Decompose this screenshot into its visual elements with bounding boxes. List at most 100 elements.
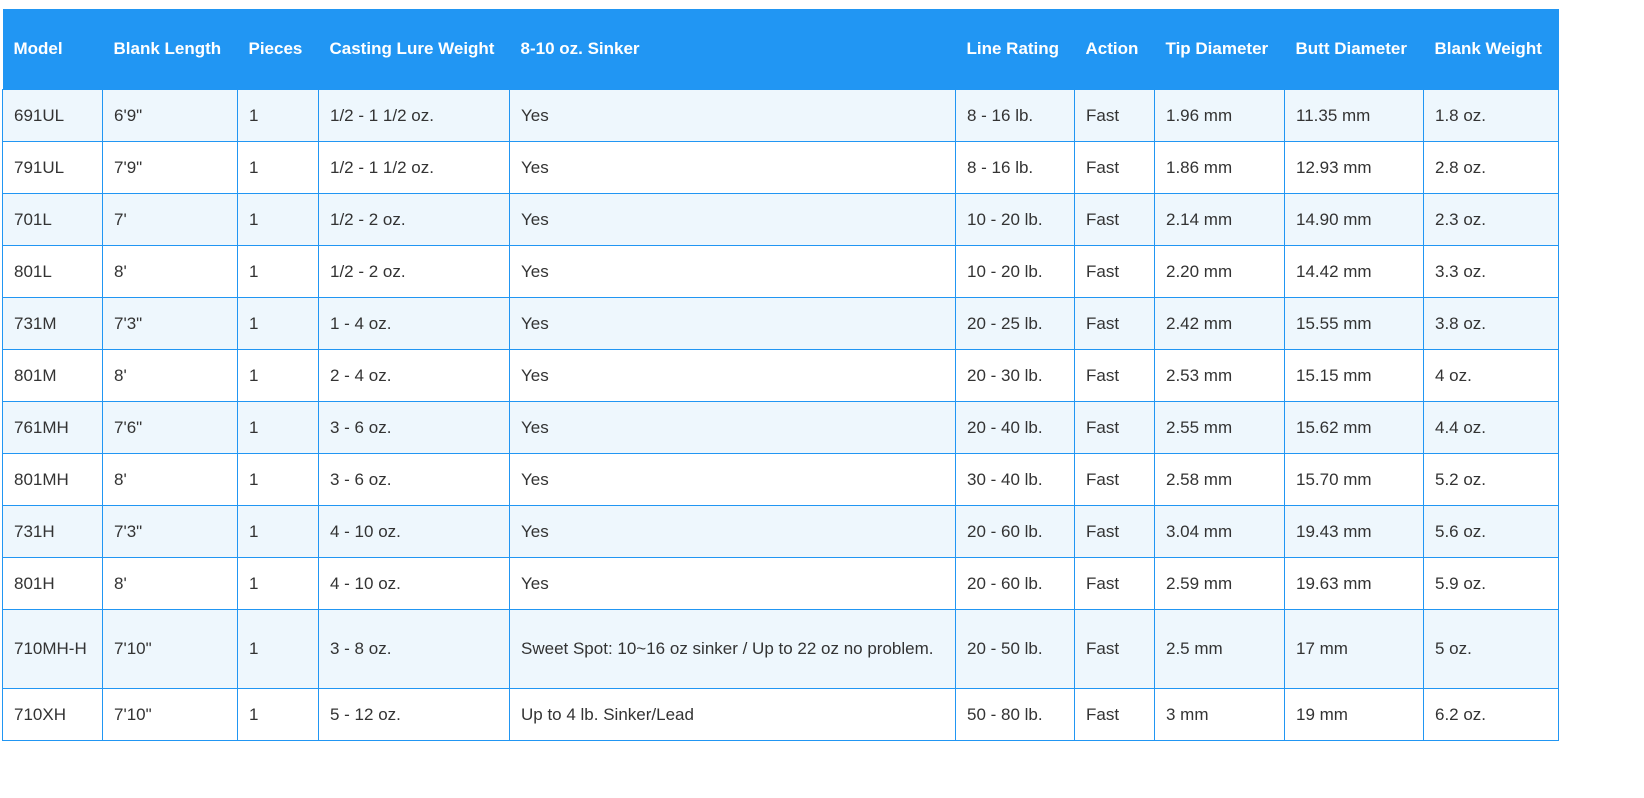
cell-blank-length: 7' <box>102 193 238 246</box>
cell-action: Fast <box>1074 453 1155 506</box>
cell-pieces: 1 <box>237 245 319 298</box>
cell-model: 731M <box>2 297 103 350</box>
cell-blank-weight: 6.2 oz. <box>1423 688 1559 741</box>
cell-line-rating: 8 - 16 lb. <box>955 89 1075 142</box>
cell-tip-diameter: 2.42 mm <box>1154 297 1285 350</box>
header-tip-diameter: Tip Diameter <box>1154 9 1285 90</box>
cell-casting-lure-weight: 1/2 - 2 oz. <box>318 245 510 298</box>
table-row: 710XH 7'10" 1 5 - 12 oz. Up to 4 lb. Sinker/… <box>2 688 1559 741</box>
cell-blank-weight: 4 oz. <box>1423 349 1559 402</box>
cell-casting-lure-weight: 1/2 - 1 1/2 oz. <box>318 141 510 194</box>
cell-blank-length: 6'9" <box>102 89 238 142</box>
cell-pieces: 1 <box>237 349 319 402</box>
table-header-row: Model Blank Length Pieces Casting Lure W… <box>2 9 1559 90</box>
cell-pieces: 1 <box>237 297 319 350</box>
cell-casting-lure-weight: 1/2 - 1 1/2 oz. <box>318 89 510 142</box>
cell-blank-weight: 3.8 oz. <box>1423 297 1559 350</box>
cell-blank-length: 8' <box>102 245 238 298</box>
cell-blank-weight: 2.3 oz. <box>1423 193 1559 246</box>
cell-tip-diameter: 2.59 mm <box>1154 557 1285 610</box>
cell-line-rating: 20 - 25 lb. <box>955 297 1075 350</box>
cell-sinker: Sweet Spot: 10~16 oz sinker / Up to 22 o… <box>509 609 956 689</box>
table-row: 710MH-H 7'10" 1 3 - 8 oz. Sweet Spot: 10~16 … <box>2 609 1559 689</box>
cell-model: 801L <box>2 245 103 298</box>
header-line-rating: Line Rating <box>955 9 1075 90</box>
cell-blank-length: 7'3" <box>102 505 238 558</box>
cell-line-rating: 8 - 16 lb. <box>955 141 1075 194</box>
header-casting-lure-weight: Casting Lure Weight <box>318 9 510 90</box>
cell-action: Fast <box>1074 688 1155 741</box>
cell-sinker: Yes <box>509 297 956 350</box>
cell-action: Fast <box>1074 193 1155 246</box>
cell-casting-lure-weight: 5 - 12 oz. <box>318 688 510 741</box>
cell-blank-weight: 5 oz. <box>1423 609 1559 689</box>
cell-model: 761MH <box>2 401 103 454</box>
cell-action: Fast <box>1074 245 1155 298</box>
cell-tip-diameter: 1.96 mm <box>1154 89 1285 142</box>
header-action: Action <box>1074 9 1155 90</box>
cell-butt-diameter: 19.43 mm <box>1284 505 1424 558</box>
cell-sinker: Yes <box>509 193 956 246</box>
table-row: 731M 7'3" 1 1 - 4 oz. Yes 20 - 25 lb. Fast 2.42… <box>2 297 1559 350</box>
rod-spec-table-container: Model Blank Length Pieces Casting Lure W… <box>2 9 1559 741</box>
cell-line-rating: 50 - 80 lb. <box>955 688 1075 741</box>
cell-tip-diameter: 2.20 mm <box>1154 245 1285 298</box>
cell-butt-diameter: 19 mm <box>1284 688 1424 741</box>
cell-tip-diameter: 2.53 mm <box>1154 349 1285 402</box>
cell-casting-lure-weight: 1 - 4 oz. <box>318 297 510 350</box>
cell-pieces: 1 <box>237 609 319 689</box>
cell-butt-diameter: 14.90 mm <box>1284 193 1424 246</box>
cell-blank-weight: 5.6 oz. <box>1423 505 1559 558</box>
cell-model: 731H <box>2 505 103 558</box>
cell-blank-length: 7'9" <box>102 141 238 194</box>
cell-tip-diameter: 3.04 mm <box>1154 505 1285 558</box>
cell-blank-length: 7'6" <box>102 401 238 454</box>
cell-casting-lure-weight: 3 - 8 oz. <box>318 609 510 689</box>
cell-blank-length: 8' <box>102 349 238 402</box>
cell-butt-diameter: 15.70 mm <box>1284 453 1424 506</box>
cell-blank-length: 8' <box>102 557 238 610</box>
cell-casting-lure-weight: 1/2 - 2 oz. <box>318 193 510 246</box>
cell-butt-diameter: 15.55 mm <box>1284 297 1424 350</box>
cell-action: Fast <box>1074 401 1155 454</box>
cell-model: 801H <box>2 557 103 610</box>
table-row: 761MH 7'6" 1 3 - 6 oz. Yes 20 - 40 lb. Fast 2.5… <box>2 401 1559 454</box>
cell-model: 701L <box>2 193 103 246</box>
cell-sinker: Yes <box>509 505 956 558</box>
cell-line-rating: 10 - 20 lb. <box>955 193 1075 246</box>
cell-line-rating: 20 - 40 lb. <box>955 401 1075 454</box>
cell-line-rating: 20 - 60 lb. <box>955 505 1075 558</box>
cell-butt-diameter: 19.63 mm <box>1284 557 1424 610</box>
cell-blank-weight: 5.9 oz. <box>1423 557 1559 610</box>
cell-blank-weight: 3.3 oz. <box>1423 245 1559 298</box>
cell-blank-weight: 2.8 oz. <box>1423 141 1559 194</box>
cell-butt-diameter: 17 mm <box>1284 609 1424 689</box>
cell-sinker: Yes <box>509 349 956 402</box>
table-row: 701L 7' 1 1/2 - 2 oz. Yes 10 - 20 lb. Fast 2.14… <box>2 193 1559 246</box>
cell-line-rating: 20 - 30 lb. <box>955 349 1075 402</box>
cell-tip-diameter: 2.14 mm <box>1154 193 1285 246</box>
rod-spec-table: Model Blank Length Pieces Casting Lure W… <box>2 9 1559 741</box>
table-row: 801M 8' 1 2 - 4 oz. Yes 20 - 30 lb. Fast 2.53 m… <box>2 349 1559 402</box>
table-row: 691UL 6'9" 1 1/2 - 1 1/2 oz. Yes 8 - 16 lb. Fa… <box>2 89 1559 142</box>
cell-sinker: Yes <box>509 141 956 194</box>
cell-model: 791UL <box>2 141 103 194</box>
cell-butt-diameter: 11.35 mm <box>1284 89 1424 142</box>
header-blank-length: Blank Length <box>102 9 238 90</box>
cell-tip-diameter: 2.55 mm <box>1154 401 1285 454</box>
cell-pieces: 1 <box>237 141 319 194</box>
cell-model: 691UL <box>2 89 103 142</box>
cell-line-rating: 10 - 20 lb. <box>955 245 1075 298</box>
cell-blank-weight: 5.2 oz. <box>1423 453 1559 506</box>
cell-blank-weight: 4.4 oz. <box>1423 401 1559 454</box>
cell-pieces: 1 <box>237 193 319 246</box>
cell-pieces: 1 <box>237 557 319 610</box>
cell-action: Fast <box>1074 557 1155 610</box>
header-blank-weight: Blank Weight <box>1423 9 1559 90</box>
cell-blank-length: 7'10" <box>102 609 238 689</box>
cell-butt-diameter: 15.15 mm <box>1284 349 1424 402</box>
header-pieces: Pieces <box>237 9 319 90</box>
cell-action: Fast <box>1074 609 1155 689</box>
cell-action: Fast <box>1074 141 1155 194</box>
cell-pieces: 1 <box>237 688 319 741</box>
